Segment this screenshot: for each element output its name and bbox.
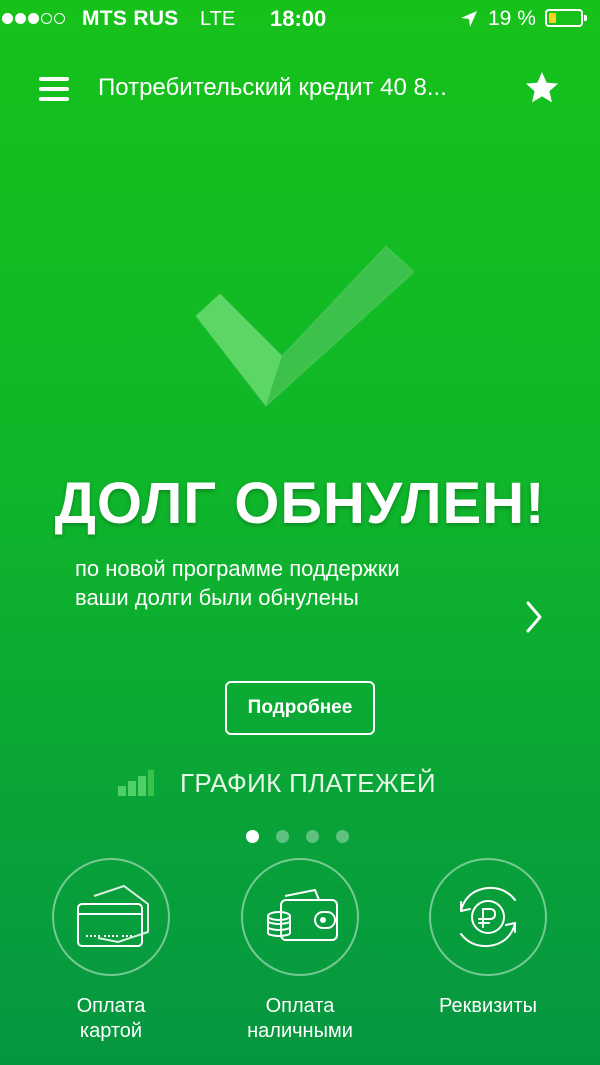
page-indicator bbox=[246, 830, 349, 843]
quick-actions: Оплата картой Оплата наличными Реквизиты bbox=[0, 858, 600, 1058]
hero-subtitle: по новой программе поддержки ваши долги … bbox=[75, 554, 495, 612]
chevron-right-icon[interactable] bbox=[524, 600, 544, 634]
payment-schedule-label: ГРАФИК ПЛАТЕЖЕЙ bbox=[180, 767, 436, 798]
battery-icon bbox=[545, 9, 587, 27]
status-time: 18:00 bbox=[270, 6, 327, 31]
page-dot[interactable] bbox=[306, 830, 319, 843]
page-dot-active[interactable] bbox=[246, 830, 259, 843]
battery-percent: 19 % bbox=[488, 7, 536, 30]
action-circle bbox=[52, 858, 170, 976]
menu-line bbox=[39, 87, 69, 91]
more-details-button[interactable]: Подробнее bbox=[225, 681, 375, 735]
menu-line bbox=[39, 97, 69, 101]
carrier-name: MTS RUS bbox=[82, 7, 179, 30]
header: Потребительский кредит 40 8... bbox=[0, 60, 600, 120]
signal-dot bbox=[28, 13, 39, 24]
wallet-coins-icon bbox=[267, 889, 338, 941]
star-icon[interactable] bbox=[524, 70, 560, 106]
location-arrow-icon bbox=[461, 11, 477, 27]
signal-strength-icon bbox=[2, 13, 65, 24]
action-label: Реквизиты bbox=[438, 995, 537, 1017]
signal-dot bbox=[41, 13, 52, 24]
menu-line bbox=[39, 77, 69, 81]
checkmark-icon bbox=[194, 244, 416, 408]
page-dot[interactable] bbox=[336, 830, 349, 843]
hero-subtitle-line: ваши долги были обнулены bbox=[75, 585, 359, 610]
pay-by-card-button[interactable]: Оплата картой bbox=[21, 858, 201, 1044]
hero-subtitle-line: по новой программе поддержки bbox=[75, 556, 400, 581]
action-circle bbox=[429, 858, 547, 976]
bar-chart-icon bbox=[118, 770, 154, 796]
card-icon bbox=[77, 885, 149, 947]
signal-dot bbox=[54, 13, 65, 24]
status-bar: MTS RUS LTE 18:00 19 % bbox=[0, 0, 600, 40]
action-label: Оплата наличными bbox=[247, 995, 353, 1042]
action-circle bbox=[241, 858, 359, 976]
hero-title: ДОЛГ ОБНУЛЕН! bbox=[54, 471, 546, 536]
battery-nub bbox=[584, 15, 587, 21]
action-label: Оплата картой bbox=[76, 995, 146, 1042]
battery-level bbox=[549, 13, 556, 23]
signal-dot bbox=[15, 13, 26, 24]
pay-cash-button[interactable]: Оплата наличными bbox=[210, 858, 390, 1044]
requisites-button[interactable]: Реквизиты bbox=[398, 858, 578, 1019]
page-title: Потребительский кредит 40 8... bbox=[98, 74, 447, 101]
page-dot[interactable] bbox=[276, 830, 289, 843]
signal-dot bbox=[2, 13, 13, 24]
network-type: LTE bbox=[200, 8, 236, 30]
menu-icon[interactable] bbox=[39, 77, 69, 101]
ruble-exchange-icon bbox=[460, 886, 516, 948]
payment-schedule-link[interactable]: ГРАФИК ПЛАТЕЖЕЙ bbox=[118, 766, 436, 800]
